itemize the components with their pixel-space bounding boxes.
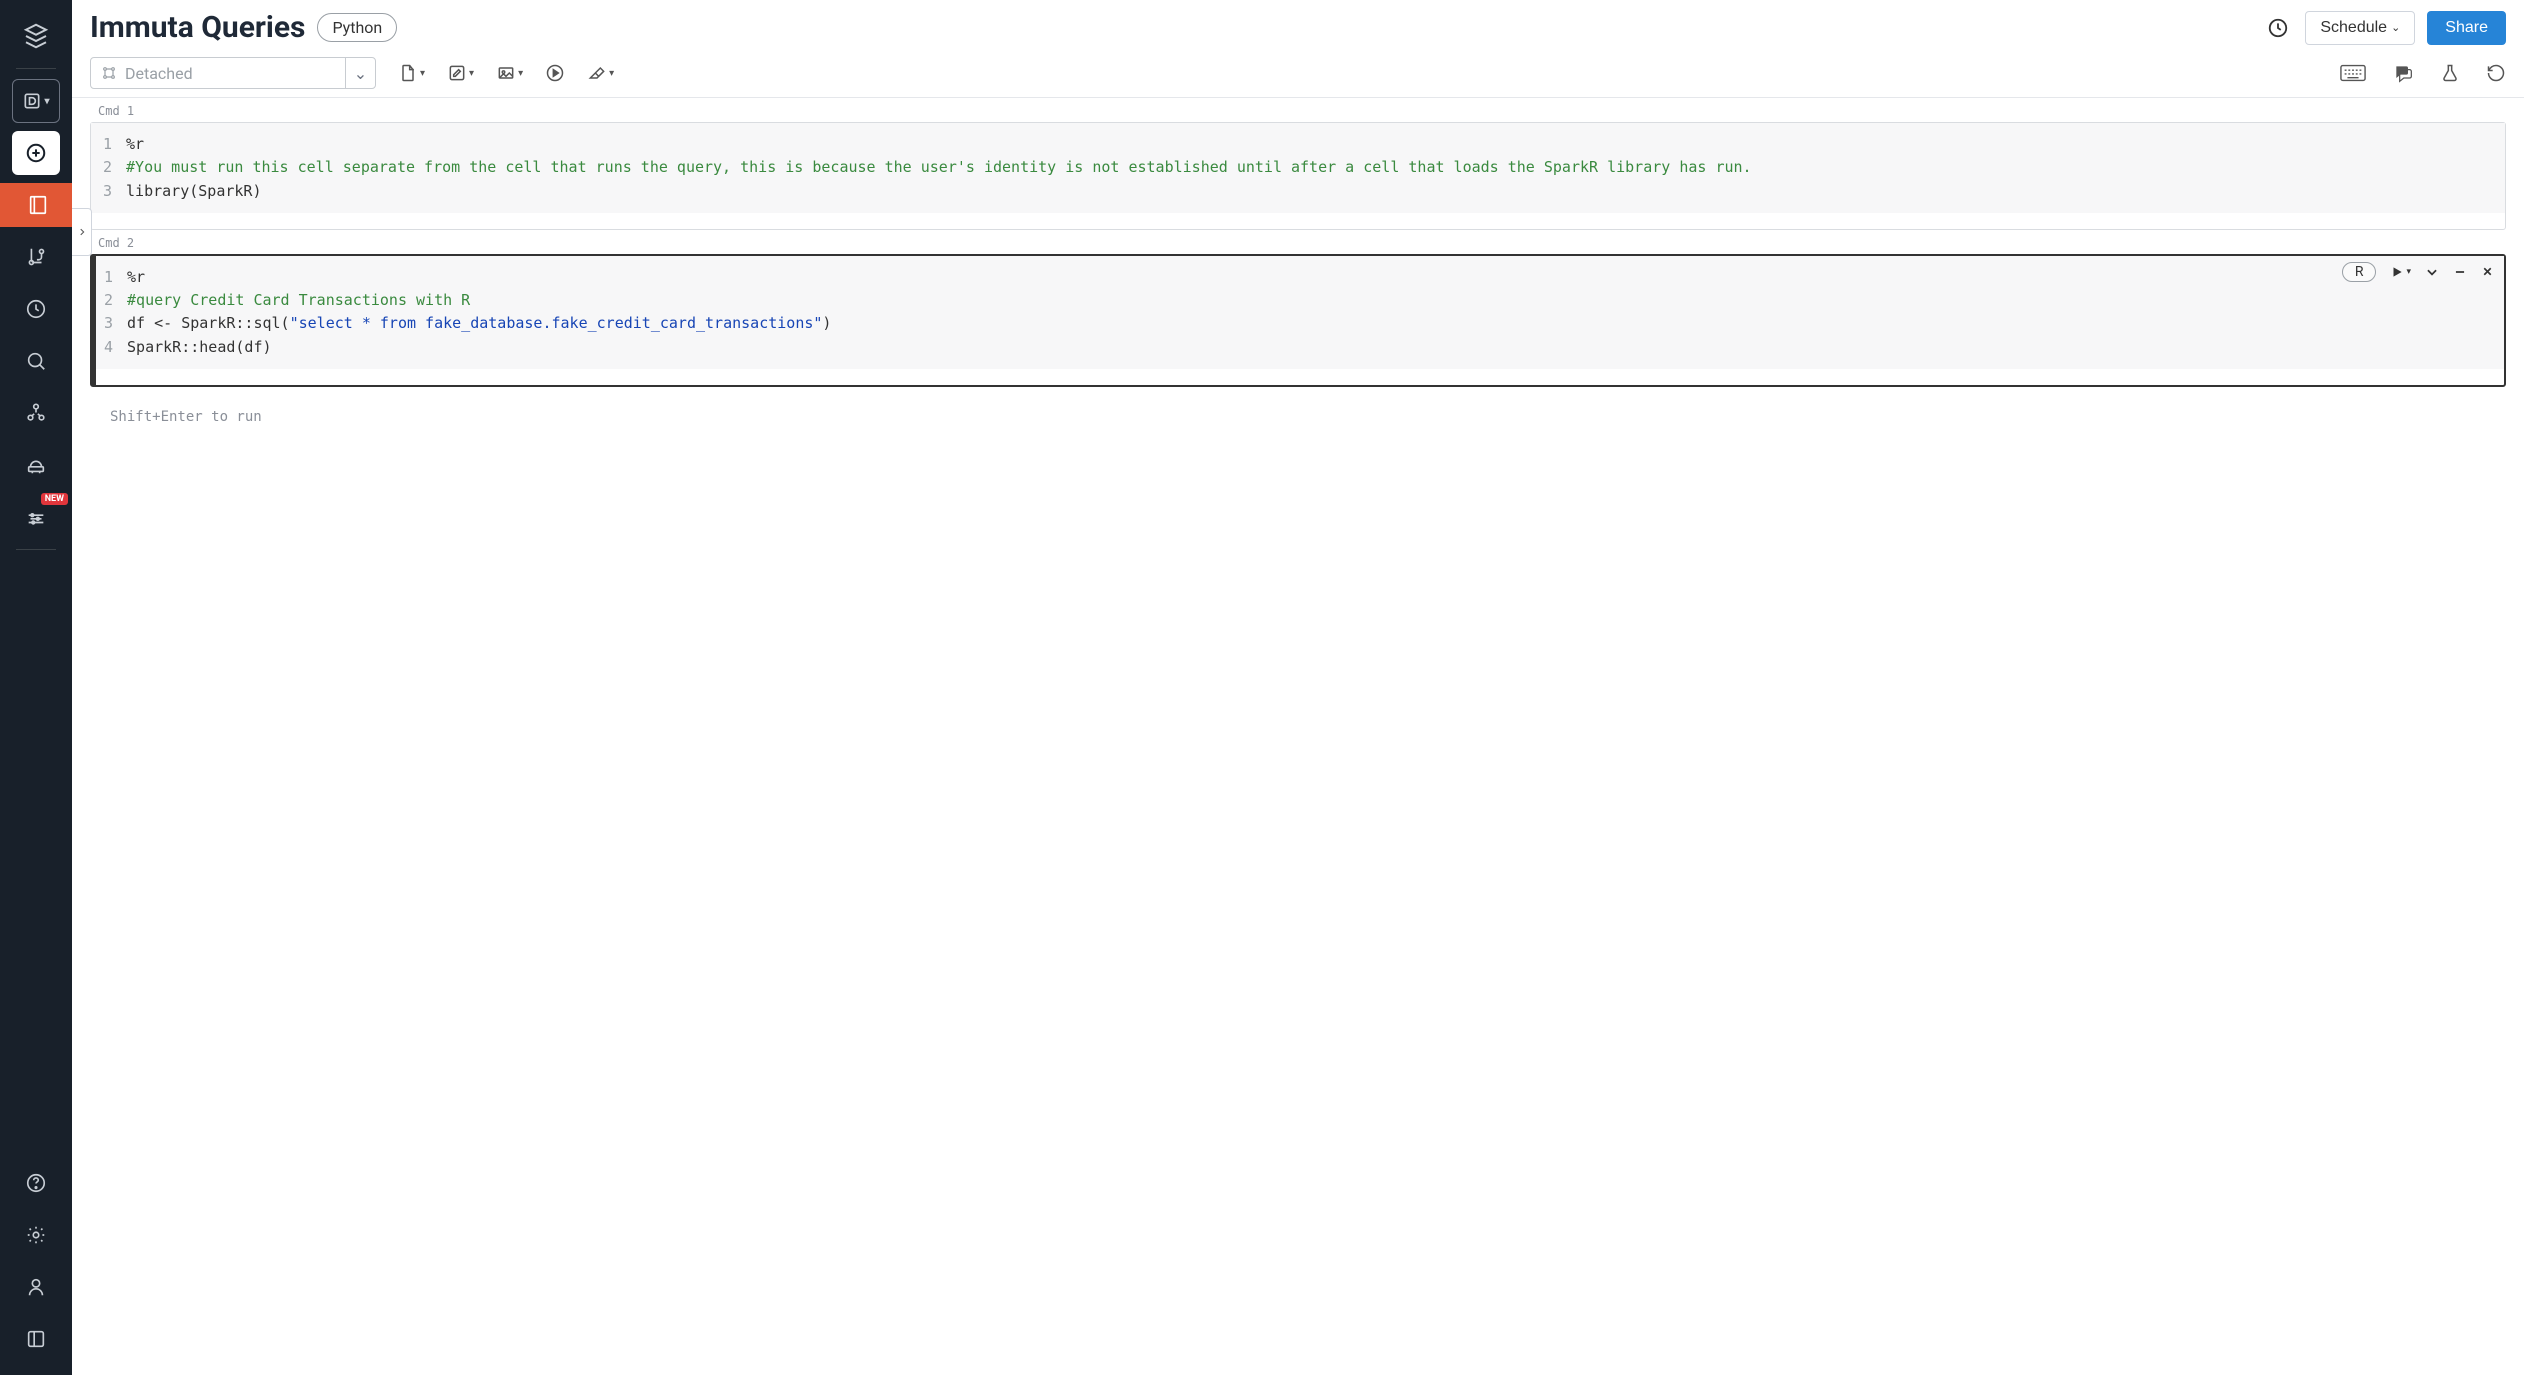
cell-label-2: Cmd 2 xyxy=(98,236,2506,250)
sidebar-item-settings[interactable] xyxy=(12,1213,60,1257)
cell-2[interactable]: R ▾ 1234 %r #query Cred xyxy=(90,254,2506,387)
caret-down-icon: ▾ xyxy=(518,68,523,79)
minimize-button[interactable] xyxy=(2453,265,2467,279)
sidebar-item-user[interactable] xyxy=(12,1265,60,1309)
experiments-icon[interactable] xyxy=(2440,62,2460,84)
cluster-state-label: Detached xyxy=(125,64,193,83)
caret-down-icon: ▾ xyxy=(420,68,425,79)
code-editor-1[interactable]: 123 %r #You must run this cell separate … xyxy=(91,123,2505,213)
sidebar-item-experiments[interactable]: NEW xyxy=(12,495,60,539)
history-icon[interactable] xyxy=(2263,13,2293,43)
cell-language-badge[interactable]: R xyxy=(2342,262,2377,282)
sidebar-item-data[interactable] xyxy=(12,391,60,435)
chevron-down-icon: ▾ xyxy=(44,96,49,107)
sidebar-item-search[interactable] xyxy=(12,339,60,383)
schedule-label: Schedule xyxy=(2320,19,2387,37)
move-down-button[interactable] xyxy=(2425,265,2439,279)
sidebar-item-compute[interactable] xyxy=(12,443,60,487)
workspace-menu[interactable]: ▾ xyxy=(12,79,60,123)
comments-icon[interactable] xyxy=(2392,63,2414,83)
cell-toolbar: R ▾ xyxy=(2342,262,2494,282)
schedule-button[interactable]: Schedule ⌄ xyxy=(2305,11,2415,45)
code-editor-2[interactable]: 1234 %r #query Credit Card Transactions … xyxy=(92,256,2504,369)
new-badge: NEW xyxy=(41,493,68,505)
chevron-down-icon: ⌄ xyxy=(2391,21,2400,34)
sidebar-item-help[interactable] xyxy=(12,1161,60,1205)
caret-down-icon: ▾ xyxy=(469,68,474,79)
sidebar-item-panel[interactable] xyxy=(12,1317,60,1361)
view-menu-icon[interactable]: ▾ xyxy=(496,63,523,83)
language-pill[interactable]: Python xyxy=(317,13,397,42)
cluster-icon xyxy=(101,65,117,81)
edit-menu-icon[interactable]: ▾ xyxy=(447,63,474,83)
expand-sidebar-handle[interactable] xyxy=(72,208,92,256)
notebook-area: Cmd 1 123 %r #You must run this cell sep… xyxy=(72,98,2524,1375)
keyboard-icon[interactable] xyxy=(2340,63,2366,83)
sidebar: ▾ NEW xyxy=(0,0,72,1375)
cell-label-1: Cmd 1 xyxy=(98,104,2506,118)
gutter: 1234 xyxy=(104,266,127,359)
cell-1[interactable]: 123 %r #You must run this cell separate … xyxy=(90,122,2506,230)
create-button[interactable] xyxy=(12,131,60,175)
share-button[interactable]: Share xyxy=(2427,11,2506,45)
cluster-selector[interactable]: Detached ⌄ xyxy=(90,57,376,89)
clear-menu-icon[interactable]: ▾ xyxy=(587,63,614,83)
file-menu-icon[interactable]: ▾ xyxy=(398,63,425,83)
caret-down-icon: ▾ xyxy=(2406,267,2411,277)
delete-cell-button[interactable] xyxy=(2481,265,2494,278)
chevron-down-icon: ⌄ xyxy=(345,58,375,88)
sidebar-item-notebook[interactable] xyxy=(0,183,72,227)
toolbar: Detached ⌄ ▾ ▾ ▾ ▾ xyxy=(72,53,2524,98)
sidebar-item-recents[interactable] xyxy=(12,287,60,331)
header: Immuta Queries Python Schedule ⌄ Share xyxy=(72,0,2524,53)
gutter: 123 xyxy=(103,133,126,203)
run-all-icon[interactable] xyxy=(545,63,565,83)
run-cell-button[interactable]: ▾ xyxy=(2390,265,2411,279)
sidebar-item-repos[interactable] xyxy=(12,235,60,279)
caret-down-icon: ▾ xyxy=(609,68,614,79)
revision-history-icon[interactable] xyxy=(2486,63,2506,83)
notebook-title[interactable]: Immuta Queries xyxy=(90,10,305,45)
run-hint: Shift+Enter to run xyxy=(110,409,2506,425)
logo-icon[interactable] xyxy=(12,14,60,58)
